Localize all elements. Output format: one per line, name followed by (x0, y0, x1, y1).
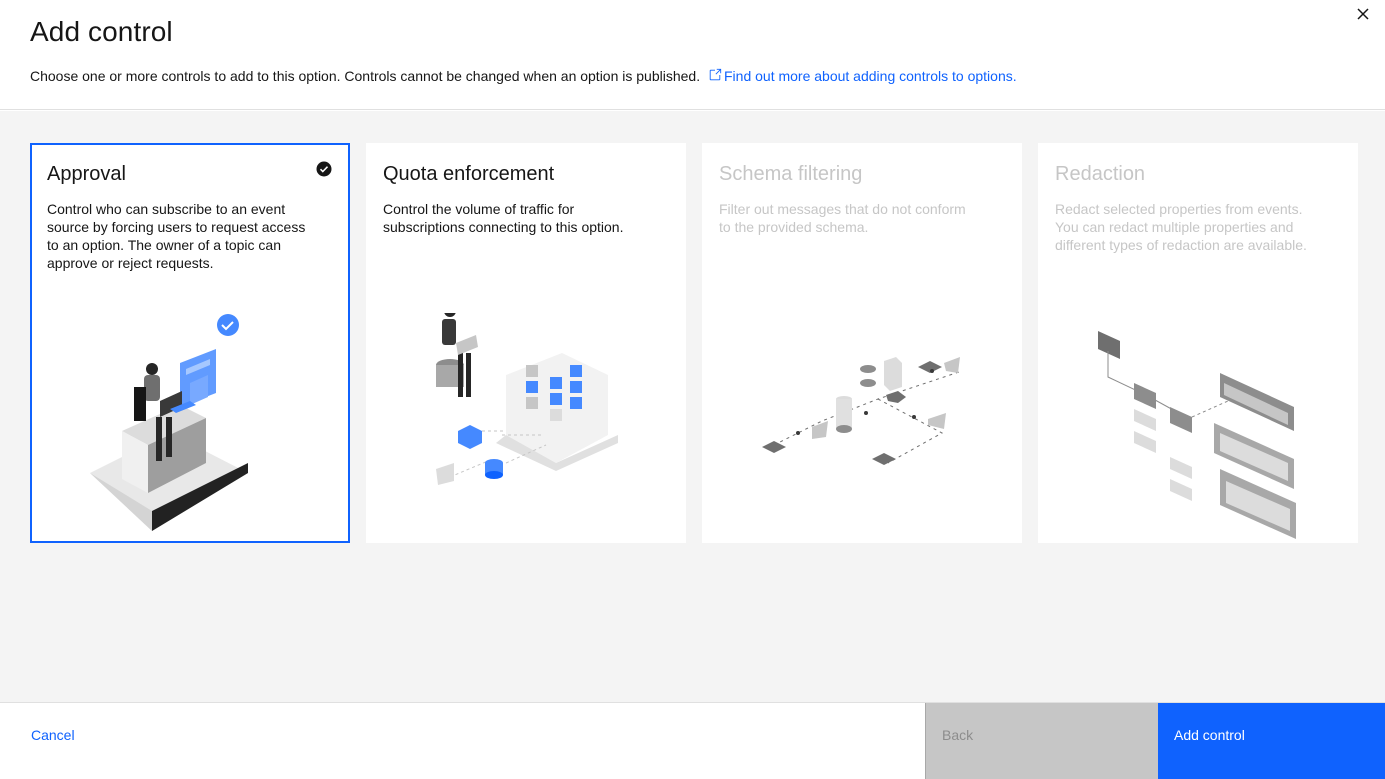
card-description: Redact selected properties from events. … (1055, 201, 1307, 253)
external-link-icon (708, 68, 722, 85)
card-redaction: Redaction Redact selected properties fro… (1038, 143, 1358, 543)
schema-filtering-illustration (762, 357, 963, 465)
back-button[interactable]: Back (925, 703, 1158, 779)
control-cards-area: Approval Control who can subscribe to an… (0, 111, 1385, 702)
card-description: Control who can subscribe to an event so… (47, 201, 306, 271)
learn-more-link[interactable]: Find out more about adding controls to o… (708, 68, 1017, 84)
close-icon (1357, 7, 1369, 25)
header-description: Choose one or more controls to add to th… (30, 68, 1017, 85)
card-quota-enforcement[interactable]: Quota enforcement Control the volume of … (366, 143, 686, 543)
page-title: Add control (30, 16, 173, 47)
card-schema-filtering: Schema filtering Filter out messages tha… (702, 143, 1022, 543)
checkmark-icon (316, 161, 332, 182)
learn-more-label: Find out more about adding controls to o… (724, 68, 1017, 84)
card-approval[interactable]: Approval Control who can subscribe to an… (30, 143, 350, 543)
redaction-illustration (1098, 331, 1296, 539)
card-title: Schema filtering (719, 163, 863, 185)
cancel-button[interactable]: Cancel (31, 727, 75, 743)
add-control-button[interactable]: Add control (1158, 703, 1385, 779)
card-title: Quota enforcement (383, 163, 555, 185)
card-title: Redaction (1055, 163, 1146, 185)
modal-footer: Cancel Back Add control (0, 702, 1385, 779)
close-button[interactable] (1353, 6, 1373, 26)
card-description: Control the volume of traffic for subscr… (383, 201, 624, 235)
card-description: Filter out messages that do not conform … (719, 201, 966, 235)
card-title: Approval (47, 163, 126, 185)
quota-enforcement-illustration (436, 313, 618, 485)
approval-illustration (90, 314, 248, 531)
description-text: Choose one or more controls to add to th… (30, 68, 701, 84)
modal-header: Add control Choose one or more controls … (0, 0, 1385, 110)
